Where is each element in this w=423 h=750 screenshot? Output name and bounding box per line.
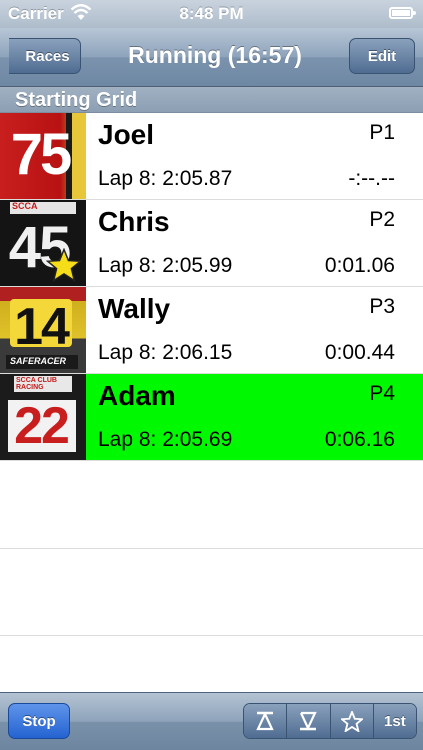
empty-row-divider <box>0 548 423 549</box>
driver-name: Adam <box>98 380 176 411</box>
page-title: Running (16:57) <box>128 42 302 68</box>
empty-row-divider <box>0 635 423 636</box>
lap-time: Lap 8: 2:06.15 <box>98 341 233 364</box>
back-button[interactable]: Races <box>9 38 81 74</box>
section-header: Starting Grid <box>0 87 423 113</box>
move-up-icon <box>254 711 276 731</box>
race-position: P2 <box>369 208 395 231</box>
star-badge-icon <box>45 247 83 286</box>
driver-row-selected[interactable]: SCCA CLUB RACING 22 Adam P4 Lap 8: 2:05.… <box>0 374 423 461</box>
back-button-label: Races <box>25 47 70 65</box>
stop-button[interactable]: Stop <box>8 703 70 739</box>
first-place-button[interactable]: 1st <box>372 704 416 738</box>
edit-button[interactable]: Edit <box>349 38 415 74</box>
race-position: P4 <box>369 382 395 405</box>
car-number-image: SCCA 45 <box>0 200 86 286</box>
star-icon <box>340 710 363 732</box>
move-down-button[interactable] <box>286 704 330 738</box>
lap-time: Lap 8: 2:05.87 <box>98 167 233 190</box>
reorder-segmented-control: 1st <box>243 703 417 739</box>
lap-time: Lap 8: 2:05.99 <box>98 254 233 277</box>
bottom-toolbar: Stop 1st <box>0 692 423 750</box>
race-position: P3 <box>369 295 395 318</box>
car-number-image: 75 <box>0 113 86 199</box>
move-down-icon <box>297 711 319 731</box>
gap-time: 0:00.44 <box>324 341 395 364</box>
gap-time: 0:01.06 <box>324 254 395 277</box>
star-button[interactable] <box>329 704 373 738</box>
scca-club-racing-logo: SCCA CLUB RACING <box>16 377 57 391</box>
car-number-image: 14 SAFERACER <box>0 287 86 373</box>
scca-logo: SCCA <box>12 201 38 211</box>
driver-row[interactable]: 75 Joel P1 Lap 8: 2:05.87 -:--.-- <box>0 113 423 200</box>
driver-row[interactable]: 14 SAFERACER Wally P3 Lap 8: 2:06.15 0:0… <box>0 287 423 374</box>
battery-icon <box>389 7 416 19</box>
gap-time: -:--.-- <box>348 167 395 190</box>
car-number: 14 <box>14 298 70 356</box>
driver-name: Joel <box>98 119 155 150</box>
status-time: 8:48 PM <box>179 4 244 23</box>
driver-row[interactable]: SCCA 45 Chris P2 Lap 8: 2:05.99 0:01.06 <box>0 200 423 287</box>
driver-name: Chris <box>98 206 170 237</box>
move-up-button[interactable] <box>244 704 287 738</box>
car-number: 75 <box>10 122 73 187</box>
car-number-image: SCCA CLUB RACING 22 <box>0 374 86 460</box>
car-number: 22 <box>14 397 70 455</box>
status-bar: Carrier 8:48 PM <box>0 0 423 28</box>
driver-name: Wally <box>98 293 171 324</box>
race-position: P1 <box>369 121 395 144</box>
navigation-bar: Races Running (16:57) Edit <box>0 28 423 87</box>
saferacer-logo: SAFERACER <box>10 356 67 366</box>
gap-time: 0:06.16 <box>324 428 395 451</box>
lap-time: Lap 8: 2:05.69 <box>98 428 233 451</box>
